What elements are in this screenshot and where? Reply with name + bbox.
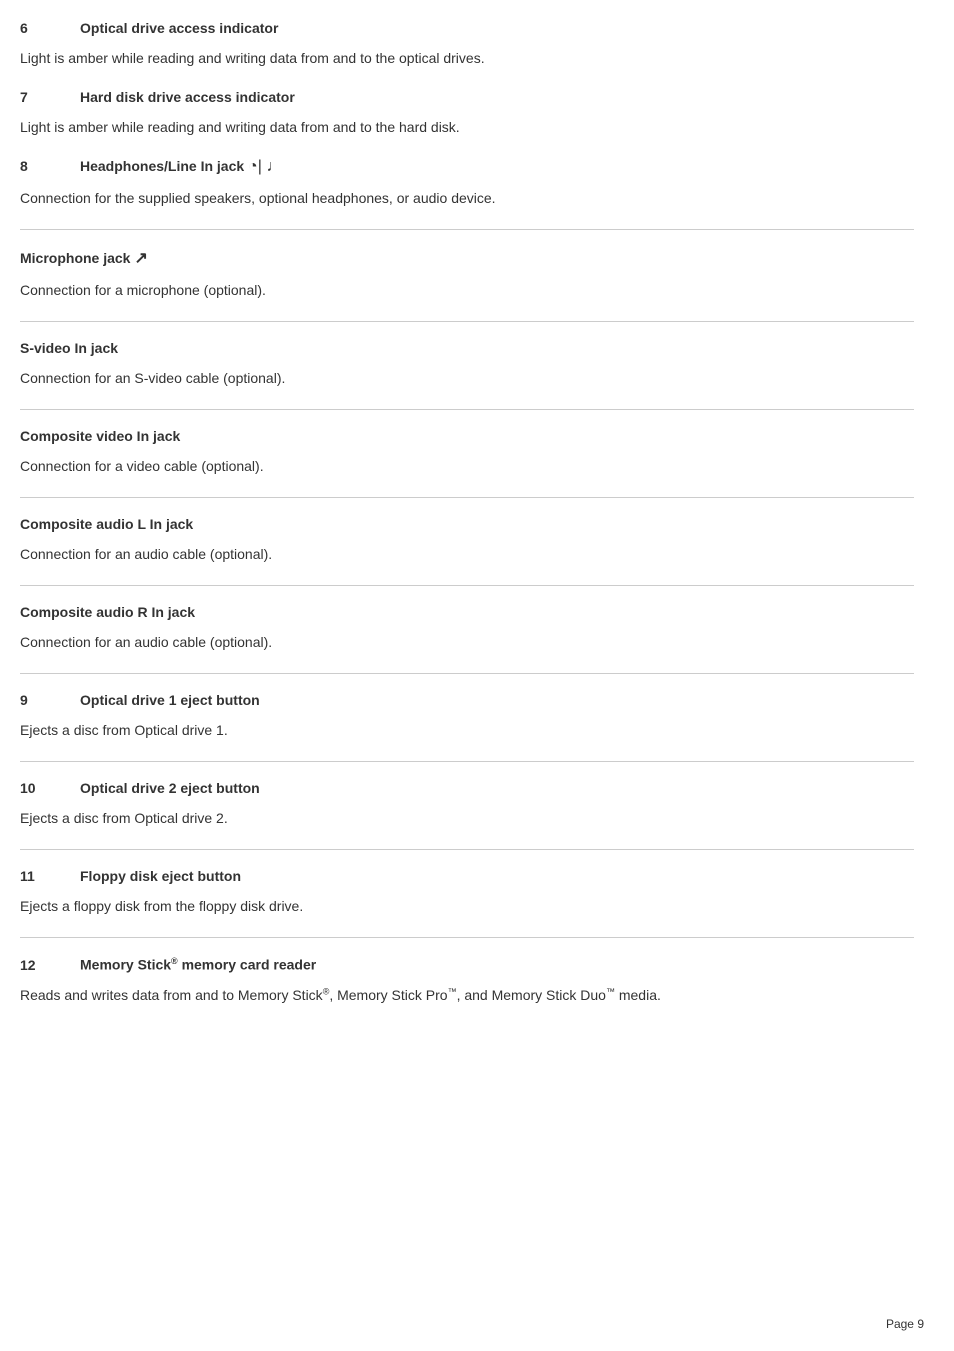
section-12: 12 Memory Stick® memory card reader Read… <box>20 956 914 1006</box>
section-9-header: 9 Optical drive 1 eject button <box>20 692 914 708</box>
divider-9 <box>20 673 914 674</box>
section-12-desc: Reads and writes data from and to Memory… <box>20 985 914 1006</box>
section-svideo: S-video In jack Connection for an S-vide… <box>20 340 914 389</box>
section-10-desc: Ejects a disc from Optical drive 2. <box>20 808 914 829</box>
section-6-title: Optical drive access indicator <box>80 20 278 36</box>
section-9-number: 9 <box>20 692 80 708</box>
section-9-desc: Ejects a disc from Optical drive 1. <box>20 720 914 741</box>
section-7-header: 7 Hard disk drive access indicator <box>20 89 914 105</box>
headphone-icon: ◔| ♩ <box>248 158 282 175</box>
divider-12 <box>20 937 914 938</box>
section-7-desc: Light is amber while reading and writing… <box>20 117 914 138</box>
section-8-header: 8 Headphones/Line In jack ◔| ♩ <box>20 158 914 176</box>
section-composite-audio-r: Composite audio R In jack Connection for… <box>20 604 914 653</box>
section-comp-video-header: Composite video In jack <box>20 428 914 444</box>
section-mic-desc: Connection for a microphone (optional). <box>20 280 914 301</box>
section-6-number: 6 <box>20 20 80 36</box>
divider-comp-video <box>20 409 914 410</box>
section-svideo-desc: Connection for an S-video cable (optiona… <box>20 368 914 389</box>
section-9: 9 Optical drive 1 eject button Ejects a … <box>20 692 914 741</box>
section-mic: Microphone jack ↗ Connection for a micro… <box>20 248 914 301</box>
divider-10 <box>20 761 914 762</box>
section-7-number: 7 <box>20 89 80 105</box>
section-7: 7 Hard disk drive access indicator Light… <box>20 89 914 138</box>
section-12-header: 12 Memory Stick® memory card reader <box>20 956 914 973</box>
section-comp-video-title: Composite video In jack <box>20 428 180 444</box>
section-composite-video: Composite video In jack Connection for a… <box>20 428 914 477</box>
section-11-number: 11 <box>20 868 80 884</box>
section-comp-audio-r-desc: Connection for an audio cable (optional)… <box>20 632 914 653</box>
section-comp-audio-r-header: Composite audio R In jack <box>20 604 914 620</box>
section-11: 11 Floppy disk eject button Ejects a flo… <box>20 868 914 917</box>
microphone-icon: ↗ <box>134 248 147 268</box>
section-comp-video-desc: Connection for a video cable (optional). <box>20 456 914 477</box>
section-11-title: Floppy disk eject button <box>80 868 241 884</box>
section-6: 6 Optical drive access indicator Light i… <box>20 20 914 69</box>
section-8-title: Headphones/Line In jack ◔| ♩ <box>80 158 282 176</box>
section-12-number: 12 <box>20 957 80 973</box>
section-12-title: Memory Stick® memory card reader <box>80 956 316 973</box>
section-svideo-header: S-video In jack <box>20 340 914 356</box>
section-mic-header: Microphone jack ↗ <box>20 248 914 268</box>
section-comp-audio-l-title: Composite audio L In jack <box>20 516 193 532</box>
section-8: 8 Headphones/Line In jack ◔| ♩ Connectio… <box>20 158 914 209</box>
section-8-number: 8 <box>20 158 80 174</box>
section-10-header: 10 Optical drive 2 eject button <box>20 780 914 796</box>
section-comp-audio-l-header: Composite audio L In jack <box>20 516 914 532</box>
section-9-title: Optical drive 1 eject button <box>80 692 260 708</box>
divider-svideo <box>20 321 914 322</box>
divider-comp-audio-l <box>20 497 914 498</box>
section-mic-title: Microphone jack <box>20 250 130 266</box>
section-6-desc: Light is amber while reading and writing… <box>20 48 914 69</box>
divider-11 <box>20 849 914 850</box>
section-svideo-title: S-video In jack <box>20 340 118 356</box>
section-comp-audio-l-desc: Connection for an audio cable (optional)… <box>20 544 914 565</box>
divider-mic <box>20 229 914 230</box>
page-number: Page 9 <box>886 1317 924 1331</box>
section-11-header: 11 Floppy disk eject button <box>20 868 914 884</box>
section-composite-audio-l: Composite audio L In jack Connection for… <box>20 516 914 565</box>
divider-comp-audio-r <box>20 585 914 586</box>
section-comp-audio-r-title: Composite audio R In jack <box>20 604 195 620</box>
section-7-title: Hard disk drive access indicator <box>80 89 295 105</box>
section-10-number: 10 <box>20 780 80 796</box>
section-10-title: Optical drive 2 eject button <box>80 780 260 796</box>
section-8-desc: Connection for the supplied speakers, op… <box>20 188 914 209</box>
section-6-header: 6 Optical drive access indicator <box>20 20 914 36</box>
section-11-desc: Ejects a floppy disk from the floppy dis… <box>20 896 914 917</box>
section-10: 10 Optical drive 2 eject button Ejects a… <box>20 780 914 829</box>
